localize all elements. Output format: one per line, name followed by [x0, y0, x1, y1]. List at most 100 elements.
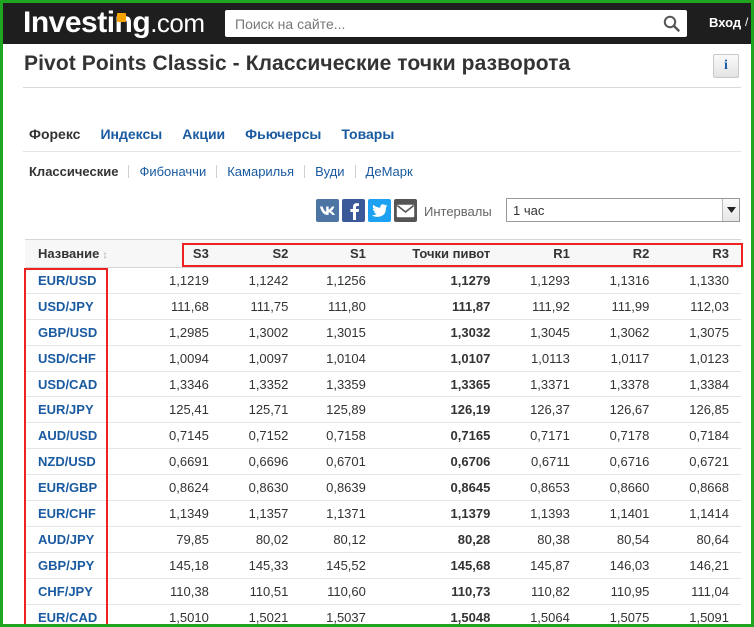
cell-r3: 112,03 [690, 298, 729, 314]
cell-r1: 1,1393 [530, 505, 570, 521]
cell-s2: 1,3352 [248, 376, 289, 392]
cell-name: GBP/JPY [25, 552, 147, 578]
cell-s3: 110,38 [170, 583, 209, 599]
search-box [225, 10, 687, 37]
column-header-r1: R1 [553, 246, 570, 261]
column-header-name[interactable]: Название ↕ [25, 240, 147, 268]
currency-pair-link[interactable]: EUR/GBP [38, 480, 97, 495]
sort-icon[interactable]: ↕ [102, 250, 107, 261]
table-row: USD/CHF 1,0094 1,0097 1,0104 1,0107 1,0113 1,0… [25, 345, 741, 372]
currency-pair-link[interactable]: USD/JPY [38, 299, 94, 314]
tab-indices[interactable]: Индексы [100, 126, 162, 142]
cell-name: NZD/USD [25, 449, 147, 475]
subtab-demark[interactable]: ДеМарк [366, 164, 413, 179]
twitter-icon[interactable] [368, 199, 391, 222]
cell-s3: 1,2985 [169, 324, 209, 340]
currency-pair-link[interactable]: GBP/USD [38, 325, 97, 340]
table-row: EUR/GBP 0,8624 0,8630 0,8639 0,8645 0,8653 0,8… [25, 475, 741, 501]
cell-r2: 1,0117 [610, 350, 650, 366]
cell-name: EUR/USD [25, 268, 147, 294]
cell-r3: 1,0123 [689, 350, 729, 366]
interval-select[interactable]: 1 час [506, 198, 740, 222]
cell-pivot: 110,73 [451, 583, 491, 599]
cell-r1: 126,37 [530, 402, 570, 418]
currency-pair-link[interactable]: AUD/JPY [38, 532, 94, 547]
info-button[interactable]: i [713, 54, 739, 78]
cell-pivot: 0,8645 [450, 480, 491, 496]
cell-name: GBP/USD [25, 319, 147, 345]
cell-pivot: 80,28 [457, 531, 491, 547]
search-input[interactable] [225, 10, 657, 37]
currency-pair-link[interactable]: GBP/JPY [38, 558, 94, 573]
tab-commodities[interactable]: Товары [341, 126, 394, 142]
cell-name: EUR/GBP [25, 475, 147, 501]
cell-s1: 80,12 [333, 531, 366, 547]
column-header-s2: S2 [272, 246, 289, 261]
cell-s2: 0,6696 [248, 454, 289, 470]
table-row: AUD/JPY 79,85 80,02 80,12 80,28 80,38 80,54 80,… [25, 526, 741, 553]
cell-s3: 111,68 [170, 298, 209, 314]
currency-pair-link[interactable]: EUR/JPY [38, 402, 94, 417]
cell-s1: 1,3359 [326, 376, 366, 392]
column-header-s1: S1 [349, 246, 366, 261]
subtab-fibonacci[interactable]: Фибоначчи [139, 164, 206, 179]
table-row: EUR/CHF 1,1349 1,1357 1,1371 1,1379 1,1393 1,1… [25, 501, 741, 527]
subtab-classic[interactable]: Классические [29, 164, 118, 179]
cell-pivot: 1,1279 [450, 272, 491, 288]
cell-r1: 0,6711 [531, 454, 570, 470]
cell-r2: 1,3062 [609, 324, 650, 340]
table-row: GBP/JPY 145,18 145,33 145,52 145,68 145,87 146… [25, 552, 741, 579]
separator [354, 165, 356, 178]
table-row: EUR/JPY 125,41 125,71 125,89 126,19 126,37 126… [25, 397, 741, 423]
currency-pair-link[interactable]: EUR/USD [38, 273, 97, 288]
facebook-icon[interactable] [342, 199, 365, 222]
cell-r3: 1,5091 [689, 609, 729, 625]
cell-r3: 146,21 [689, 557, 729, 573]
page-title: Pivot Points Classic - Классические точк… [24, 52, 571, 75]
cell-s3: 125,41 [169, 402, 209, 418]
site-logo[interactable]: Investing.com [23, 6, 205, 40]
search-icon[interactable] [657, 10, 687, 37]
currency-pair-link[interactable]: CHF/JPY [38, 584, 93, 599]
cell-name: USD/CHF [25, 345, 147, 371]
cell-s2: 1,5021 [248, 609, 289, 625]
cell-s3: 1,0094 [169, 350, 209, 366]
cell-r2: 146,03 [609, 557, 650, 573]
cell-s1: 1,1256 [326, 272, 366, 288]
column-header-s3: S3 [192, 246, 209, 261]
cell-s1: 145,52 [326, 557, 366, 573]
page-frame: Investing.com Вход / Pivot Points Classi… [0, 0, 754, 627]
divider [23, 151, 741, 152]
cell-r3: 0,6721 [689, 454, 729, 470]
column-header-label: Название [38, 246, 100, 261]
interval-select-value: 1 час [513, 202, 545, 218]
cell-s3: 145,18 [169, 557, 209, 573]
cell-r2: 1,1401 [609, 505, 650, 521]
cell-r1: 111,92 [532, 298, 570, 314]
vk-icon[interactable] [316, 199, 339, 222]
cell-name: EUR/JPY [25, 397, 147, 423]
share-buttons [316, 199, 417, 222]
tab-stocks[interactable]: Акции [182, 126, 225, 142]
cell-s1: 1,0104 [326, 350, 366, 366]
tab-forex[interactable]: Форекс [29, 126, 80, 142]
cell-s2: 80,02 [255, 531, 289, 547]
chevron-down-icon[interactable] [722, 199, 739, 221]
currency-pair-link[interactable]: EUR/CHF [38, 506, 96, 521]
cell-s1: 1,1371 [326, 505, 366, 521]
currency-pair-link[interactable]: AUD/USD [38, 428, 97, 443]
subtab-camarilla[interactable]: Камарилья [227, 164, 294, 179]
currency-pair-link[interactable]: USD/CAD [38, 377, 97, 392]
subtab-woodie[interactable]: Вуди [315, 164, 344, 179]
cell-r1: 110,82 [531, 583, 570, 599]
cell-r1: 1,1293 [530, 272, 570, 288]
currency-pair-link[interactable]: NZD/USD [38, 454, 96, 469]
currency-pair-link[interactable]: EUR/CAD [38, 610, 97, 624]
cell-s2: 0,8630 [248, 480, 289, 496]
tab-futures[interactable]: Фьючерсы [245, 126, 321, 142]
login-link[interactable]: Вход [709, 15, 741, 30]
login-separator: / [745, 15, 749, 29]
currency-pair-link[interactable]: USD/CHF [38, 351, 96, 366]
mail-icon[interactable] [394, 199, 417, 222]
cell-pivot: 1,5048 [450, 609, 491, 625]
